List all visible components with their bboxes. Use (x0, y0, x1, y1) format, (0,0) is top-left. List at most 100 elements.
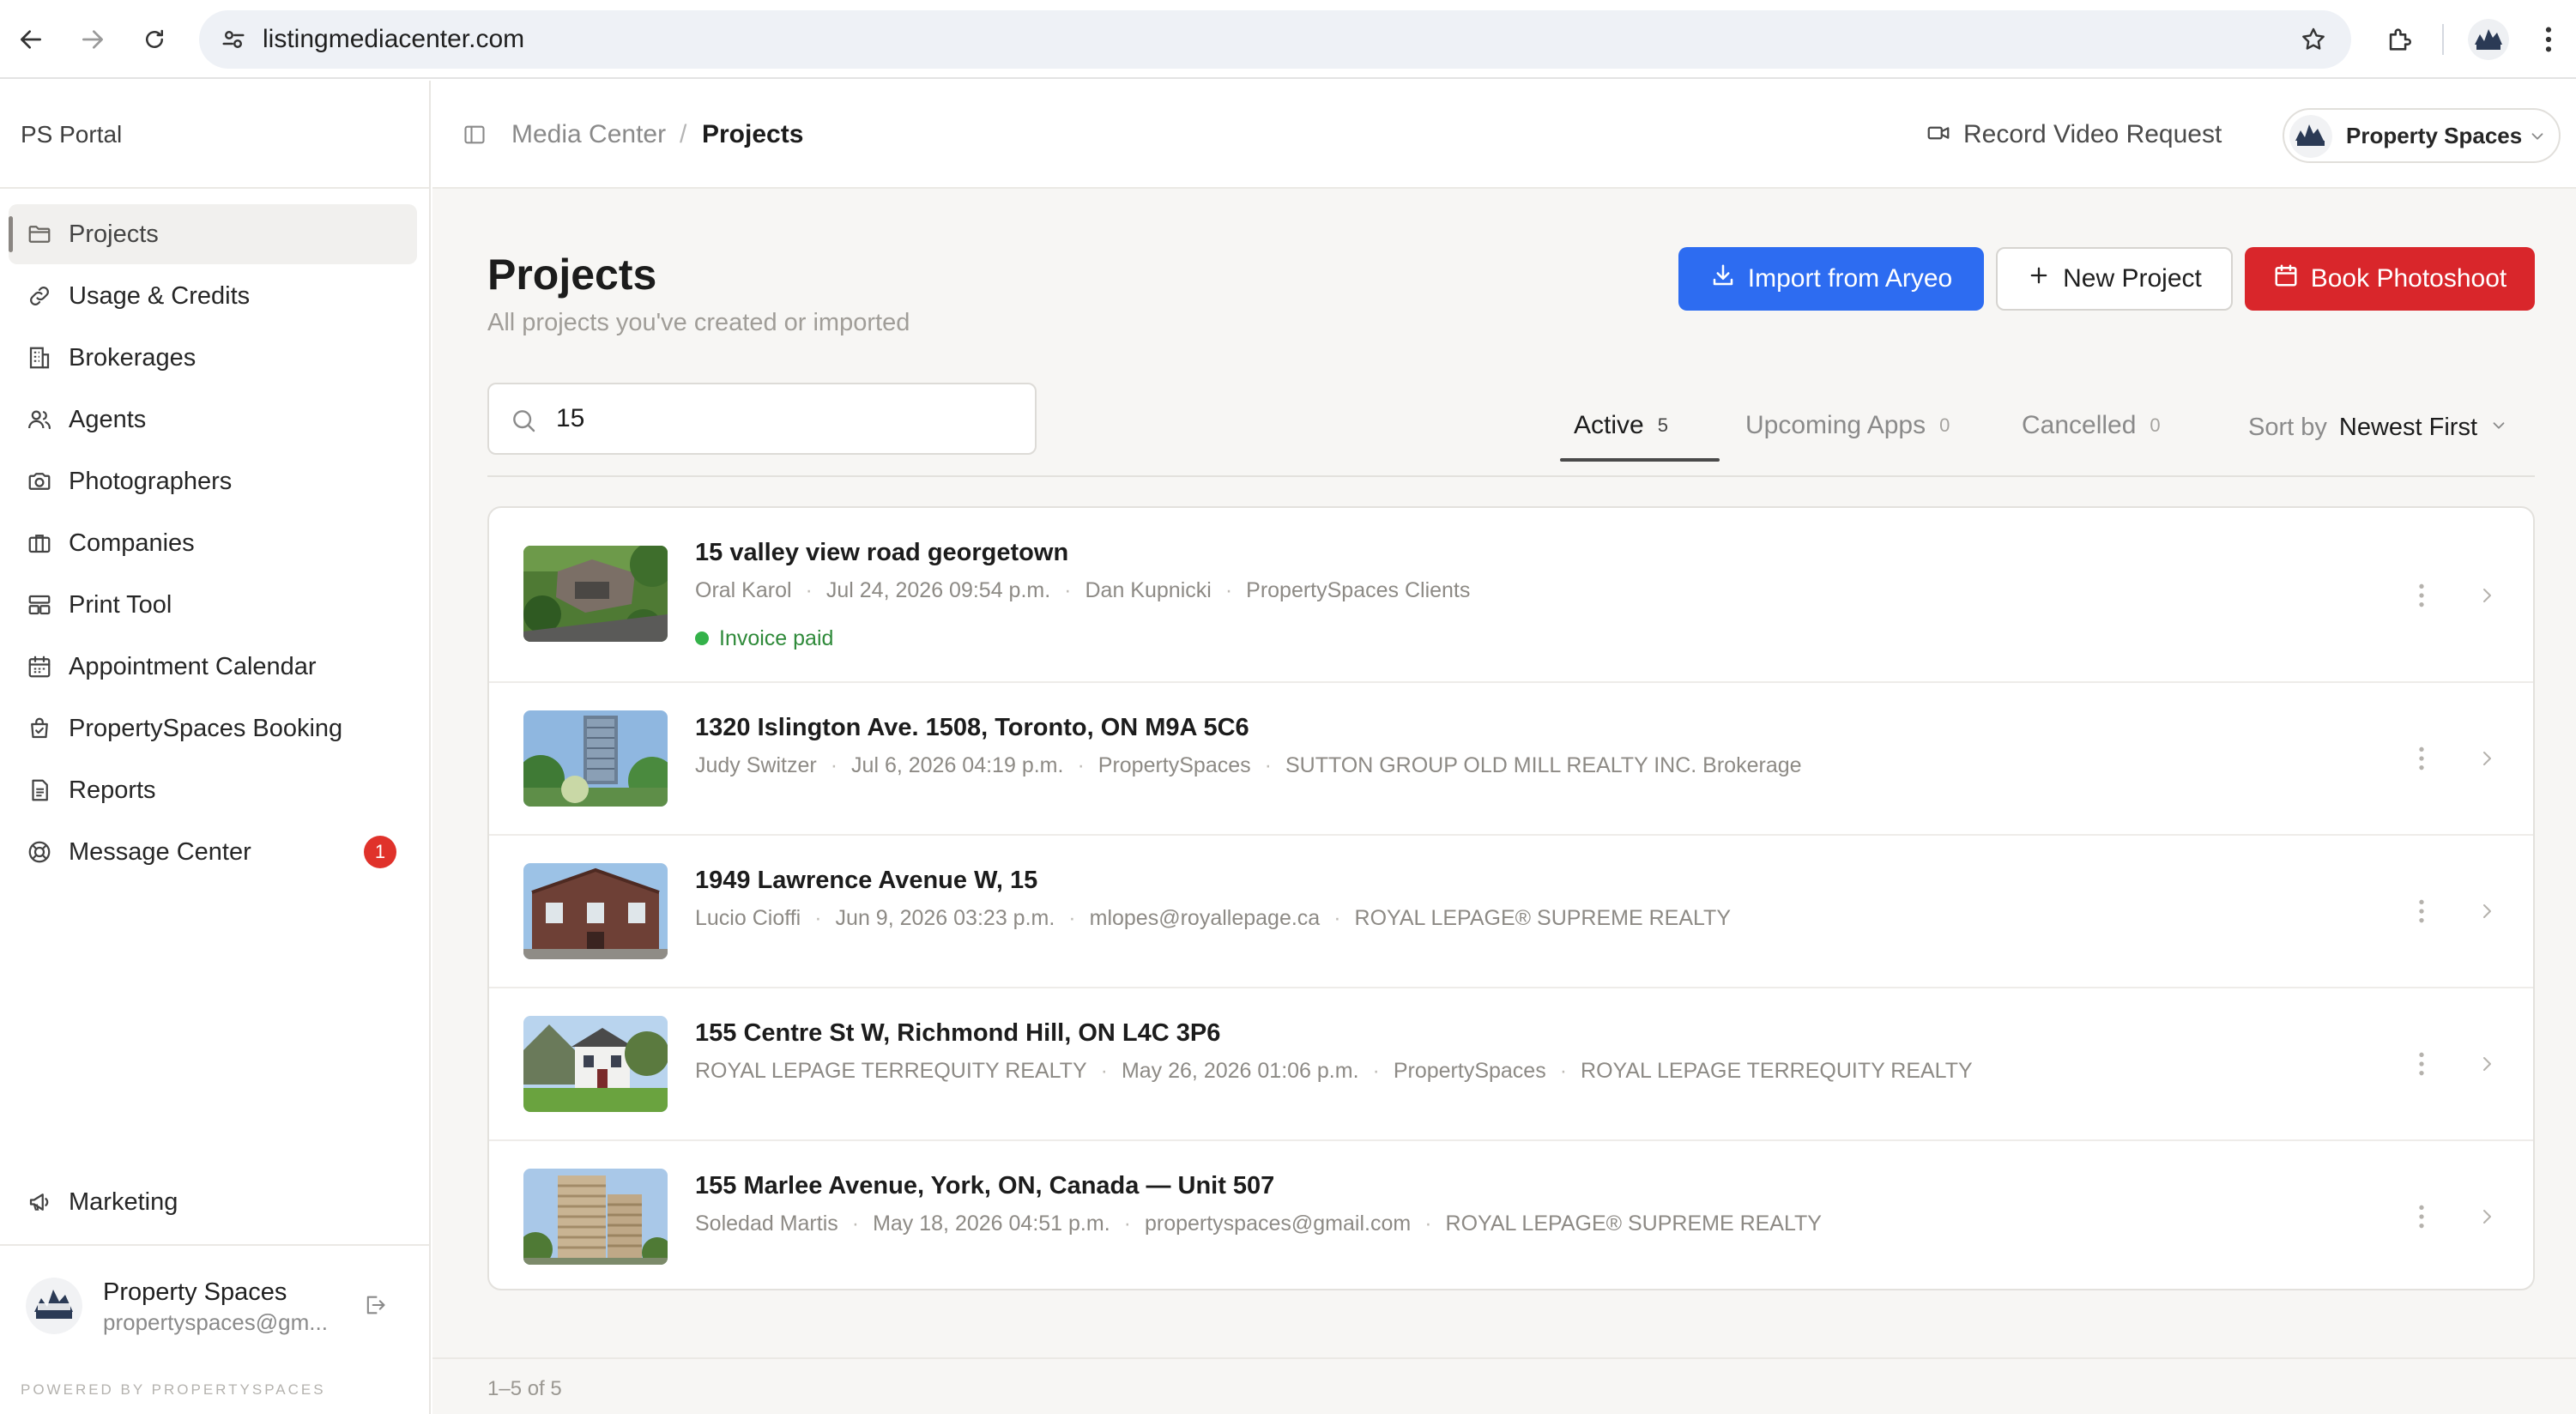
download-icon (1710, 263, 1736, 295)
top-bar: Media Center / Projects Record Video Req… (432, 81, 2576, 189)
chevron-right-icon[interactable] (2471, 740, 2502, 777)
book-photoshoot-button[interactable]: Book Photoshoot (2245, 247, 2535, 311)
project-search[interactable] (487, 383, 1037, 455)
project-thumbnail (523, 710, 668, 807)
project-thumbnail (523, 1016, 668, 1112)
project-thumbnail (523, 1169, 668, 1265)
project-meta: Judy Switzer · Jul 6, 2026 04:19 p.m. · Pr… (695, 752, 1802, 779)
unread-badge: 1 (364, 836, 396, 868)
more-vertical-icon[interactable] (2404, 1198, 2439, 1236)
more-vertical-icon[interactable] (2404, 577, 2439, 614)
address-bar[interactable]: listingmediacenter.com (199, 10, 2351, 69)
tab-upcoming-apps[interactable]: Upcoming Apps 0 (1745, 410, 1950, 458)
sidebar-item-propertyspaces-booking[interactable]: PropertySpaces Booking (9, 698, 417, 758)
sidebar-item-companies[interactable]: Companies (9, 513, 417, 573)
briefcase-icon (26, 529, 53, 557)
sidebar-item-usage-credits[interactable]: Usage & Credits (9, 266, 417, 326)
sidebar-item-label: Marketing (69, 1188, 178, 1216)
forward-icon[interactable] (69, 15, 117, 63)
users-icon (26, 406, 53, 433)
project-agent: Lucio Cioffi (695, 906, 801, 930)
meta-separator: · (830, 753, 838, 777)
profile-avatar[interactable] (2468, 19, 2509, 60)
sidebar-item-projects[interactable]: Projects (9, 204, 417, 264)
chevron-right-icon[interactable] (2471, 1198, 2502, 1236)
sidebar-item-agents[interactable]: Agents (9, 390, 417, 450)
tab-cancelled[interactable]: Cancelled 0 (2022, 410, 2161, 458)
record-video-label: Record Video Request (1963, 120, 2222, 148)
search-input[interactable] (556, 402, 1002, 436)
sidebar-item-label: Message Center (69, 838, 251, 866)
project-date: Jul 24, 2026 09:54 p.m. (825, 578, 1051, 602)
sidebar-item-appointment-calendar[interactable]: Appointment Calendar (9, 637, 417, 697)
tab-count: 5 (1657, 414, 1668, 436)
chevron-right-icon[interactable] (2471, 1045, 2502, 1083)
camera-icon (26, 468, 53, 495)
chevron-right-icon[interactable] (2471, 577, 2502, 614)
address-url[interactable]: listingmediacenter.com (263, 24, 524, 55)
sidebar-item-photographers[interactable]: Photographers (9, 451, 417, 511)
back-icon[interactable] (7, 15, 55, 63)
sidebar-item-marketing[interactable]: Marketing (9, 1172, 417, 1232)
project-thumbnail (523, 863, 668, 959)
meta-separator: · (1333, 906, 1341, 930)
project-agent: Soledad Martis (695, 1212, 838, 1236)
project-row[interactable]: 1949 Lawrence Avenue W, 15 Lucio Cioffi ·… (489, 836, 2533, 988)
chrome-menu-icon[interactable] (2531, 19, 2566, 60)
tab-active[interactable]: Active 5 (1574, 410, 1668, 458)
sidebar-item-print-tool[interactable]: Print Tool (9, 575, 417, 635)
sidebar: PS Portal Projects Usage & Credits Broke… (0, 81, 431, 1414)
logout-icon[interactable] (360, 1290, 390, 1320)
sidebar-item-reports[interactable]: Reports (9, 760, 417, 820)
project-row[interactable]: 155 Centre St W, Richmond Hill, ON L4C 3… (489, 988, 2533, 1141)
project-brokerage: SUTTON GROUP OLD MILL REALTY INC. Broker… (1285, 753, 1802, 777)
user-avatar[interactable] (26, 1278, 82, 1334)
import-from-aryeo-button[interactable]: Import from Aryeo (1678, 247, 1984, 311)
project-title[interactable]: 155 Centre St W, Richmond Hill, ON L4C 3… (695, 1018, 1220, 1048)
project-photographer: PropertySpaces (1098, 753, 1251, 777)
site-settings-icon[interactable] (218, 24, 249, 55)
project-row[interactable]: 15 valley view road georgetown Oral Karo… (489, 508, 2533, 683)
project-title[interactable]: 1949 Lawrence Avenue W, 15 (695, 865, 1037, 896)
page-subtitle: All projects you've created or imported (487, 309, 910, 336)
tab-label: Active (1574, 411, 1644, 439)
user-name: Property Spaces (103, 1278, 287, 1306)
project-photographer: Dan Kupnicki (1085, 578, 1212, 602)
sidebar-item-brokerages[interactable]: Brokerages (9, 328, 417, 388)
extensions-icon[interactable] (2377, 17, 2422, 62)
link-icon (26, 282, 53, 310)
main-content: Media Center / Projects Record Video Req… (432, 81, 2576, 1414)
video-camera-icon (1926, 120, 1951, 150)
project-row[interactable]: 1320 Islington Ave. 1508, Toronto, ON M9… (489, 683, 2533, 836)
sidebar-item-label: Agents (69, 406, 147, 433)
star-icon[interactable] (2296, 22, 2331, 57)
project-brokerage: ROYAL LEPAGE® SUPREME REALTY (1354, 906, 1731, 930)
lifebuoy-icon (26, 838, 53, 866)
new-project-button[interactable]: New Project (1996, 247, 2233, 311)
breadcrumb-media-center[interactable]: Media Center (511, 119, 666, 150)
account-switcher[interactable]: Property Spaces (2283, 108, 2561, 163)
project-list: 15 valley view road georgetown Oral Karo… (487, 506, 2535, 1290)
chevron-right-icon[interactable] (2471, 892, 2502, 930)
sort-dropdown[interactable]: Sort by Newest First (2248, 412, 2508, 443)
sidebar-item-label: Print Tool (69, 591, 172, 619)
record-video-request-button[interactable]: Record Video Request (1926, 112, 2222, 158)
project-title[interactable]: 1320 Islington Ave. 1508, Toronto, ON M9… (695, 712, 1249, 743)
meta-separator: · (851, 1212, 860, 1236)
project-agent: ROYAL LEPAGE TERREQUITY REALTY (695, 1059, 1087, 1083)
sidebar-divider (0, 187, 429, 189)
account-avatar (2289, 115, 2332, 158)
account-name: Property Spaces (2346, 123, 2523, 148)
project-row[interactable]: 155 Marlee Avenue, York, ON, Canada — Un… (489, 1141, 2533, 1289)
reload-icon[interactable] (130, 15, 178, 63)
sidebar-item-message-center[interactable]: Message Center 1 (9, 822, 417, 882)
more-vertical-icon[interactable] (2404, 892, 2439, 930)
project-date: Jun 9, 2026 03:23 p.m. (835, 906, 1055, 930)
project-title[interactable]: 155 Marlee Avenue, York, ON, Canada — Un… (695, 1170, 1274, 1201)
project-title[interactable]: 15 valley view road georgetown (695, 537, 1068, 568)
more-vertical-icon[interactable] (2404, 740, 2439, 777)
project-meta: Oral Karol · Jul 24, 2026 09:54 p.m. · Dan… (695, 577, 1470, 604)
more-vertical-icon[interactable] (2404, 1045, 2439, 1083)
import-label: Import from Aryeo (1747, 264, 1953, 293)
sidebar-toggle-icon[interactable] (460, 120, 489, 149)
